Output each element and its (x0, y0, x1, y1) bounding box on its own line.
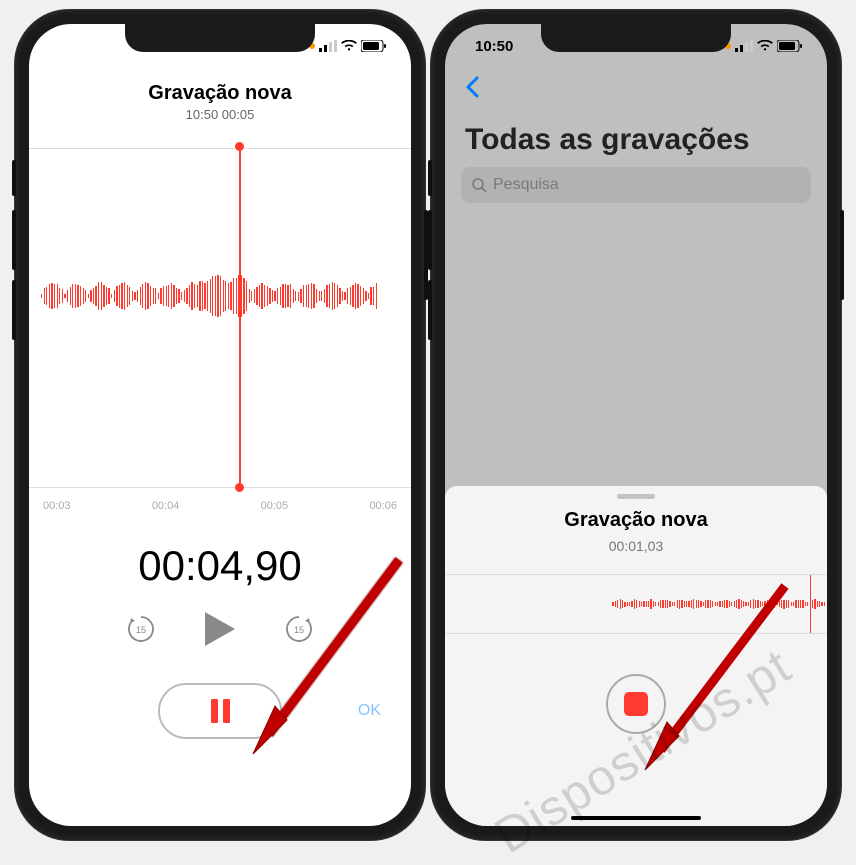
mini-playhead (810, 575, 812, 633)
timeline-ticks: 00:03 00:04 00:05 00:06 (29, 500, 411, 512)
search-input[interactable]: Pesquisa (461, 167, 811, 203)
notch (125, 24, 315, 52)
back-button[interactable] (465, 74, 827, 105)
playhead[interactable] (239, 146, 241, 488)
wifi-icon (757, 40, 773, 52)
skip-forward-15-button[interactable]: 15 (283, 613, 315, 650)
battery-icon (361, 40, 387, 52)
search-icon (471, 177, 487, 193)
stop-button[interactable] (606, 674, 666, 734)
skip-back-15-button[interactable]: 15 (125, 613, 157, 650)
waveform-area[interactable]: 00:03 00:04 00:05 00:06 (29, 148, 411, 518)
play-button[interactable] (203, 610, 237, 653)
screen-right: 10:50 Todas as gravações Pesquisa Gr (445, 24, 827, 826)
home-indicator[interactable] (571, 816, 701, 821)
screen-left: Gravação nova 10:50 00:05 00:03 00:04 00… (29, 24, 411, 826)
page-title: Todas as gravações (465, 123, 807, 157)
waveform (41, 266, 377, 326)
phone-frame-right: 10:50 Todas as gravações Pesquisa Gr (431, 10, 841, 840)
recording-title: Gravação nova (29, 82, 411, 105)
signal-icon (735, 40, 753, 52)
recording-sheet[interactable]: Gravação nova 00:01,03 (445, 486, 827, 826)
phone-frame-left: Gravação nova 10:50 00:05 00:03 00:04 00… (15, 10, 425, 840)
search-placeholder: Pesquisa (493, 176, 559, 194)
ok-button[interactable]: OK (358, 702, 381, 720)
pause-button[interactable] (158, 683, 282, 739)
sheet-handle[interactable] (617, 494, 655, 499)
sheet-title: Gravação nova (445, 509, 827, 532)
svg-text:15: 15 (294, 625, 304, 635)
status-time: 10:50 (475, 38, 513, 55)
stop-icon (624, 692, 648, 716)
wifi-icon (341, 40, 357, 52)
svg-text:15: 15 (136, 625, 146, 635)
elapsed-timer: 00:04,90 (29, 542, 411, 590)
recording-subtitle: 10:50 00:05 (29, 107, 411, 122)
sheet-elapsed: 00:01,03 (445, 538, 827, 554)
recording-header: Gravação nova 10:50 00:05 (29, 68, 411, 130)
notch (541, 24, 731, 52)
mini-waveform (445, 574, 827, 634)
battery-icon (777, 40, 803, 52)
signal-icon (319, 40, 337, 52)
